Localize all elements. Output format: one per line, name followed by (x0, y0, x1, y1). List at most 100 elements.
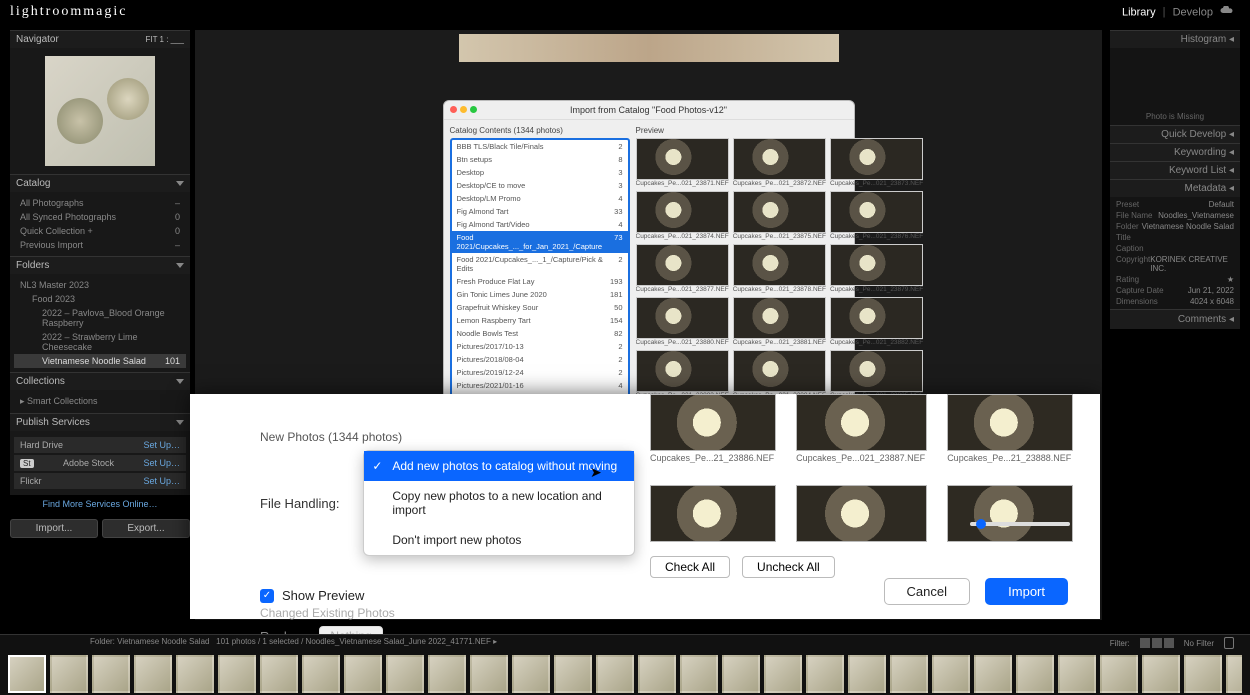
right-panel-metadata[interactable]: Metadata ◂ (1110, 179, 1240, 197)
filter-preset[interactable]: No Filter (1184, 639, 1214, 648)
comments-panel-header[interactable]: Comments ◂ (1110, 309, 1240, 329)
filmstrip-thumb[interactable] (470, 655, 508, 693)
catalog-content-folder[interactable]: Btn setups8 (452, 153, 628, 166)
catalog-content-folder[interactable]: Fig Almond Tart33 (452, 205, 628, 218)
catalog-content-folder[interactable]: Fig Almond Tart/Video4 (452, 218, 628, 231)
preview-thumbnail[interactable]: Cupcakes_Pe...021_23873.NEF (830, 138, 923, 187)
cloud-sync-icon[interactable] (1220, 6, 1234, 19)
filmstrip-thumb[interactable] (92, 655, 130, 693)
preview-thumbnail[interactable]: Cupcakes_Pe...021_23884.NEF (733, 350, 826, 399)
thumbnail-size-slider[interactable] (970, 522, 1070, 526)
smart-collections-row[interactable]: ▸ Smart Collections (14, 394, 186, 409)
flag-unflagged-icon[interactable] (1164, 638, 1174, 648)
preview-thumbnail[interactable]: Cupcakes_Pe...021_23875.NEF (733, 191, 826, 240)
tab-library[interactable]: Library (1122, 6, 1156, 18)
filmstrip-thumb[interactable] (974, 655, 1012, 693)
preview-thumbnail-large[interactable]: Cupcakes_Pe...21_23886.NEF (650, 394, 774, 463)
filmstrip-thumb[interactable] (260, 655, 298, 693)
folder-row[interactable]: Vietnamese Noodle Salad101 (14, 354, 186, 368)
catalog-content-folder[interactable]: Grapefruit Whiskey Sour50 (452, 301, 628, 314)
preview-thumbnail[interactable]: Cupcakes_Pe...021_23874.NEF (636, 191, 729, 240)
filmstrip-thumb[interactable] (1142, 655, 1180, 693)
preview-thumbnail[interactable]: Cupcakes_Pe...021_23871.NEF (636, 138, 729, 187)
filmstrip-thumb[interactable] (386, 655, 424, 693)
folders-panel-header[interactable]: Folders (10, 256, 190, 274)
filmstrip-thumb[interactable] (806, 655, 844, 693)
preview-thumbnail[interactable]: Cupcakes_Pe...021_23882.NEF (830, 297, 923, 346)
filmstrip-thumb[interactable] (1184, 655, 1222, 693)
catalog-content-folder[interactable]: Food 2021/Cupcakes_..._1_/Capture/Pick &… (452, 253, 628, 275)
catalog-content-folder[interactable]: Pictures/2021/01-164 (452, 379, 628, 392)
preview-thumbnail[interactable]: Cupcakes_Pe...021_23878.NEF (733, 244, 826, 293)
filter-lock-icon[interactable] (1224, 637, 1234, 649)
uncheck-all-button[interactable]: Uncheck All (742, 556, 835, 578)
filmstrip-thumb[interactable] (932, 655, 970, 693)
folder-row[interactable]: Food 2023 (14, 292, 186, 306)
preview-thumbnail-large[interactable]: Cupcakes_Pe...21_23888.NEF (947, 394, 1071, 463)
filmstrip-thumb[interactable] (134, 655, 172, 693)
catalog-row[interactable]: All Synced Photographs0 (14, 210, 186, 224)
tab-develop[interactable]: Develop (1173, 6, 1213, 18)
preview-thumbnail[interactable]: Cupcakes_Pe...021_23872.NEF (733, 138, 826, 187)
catalog-content-folder[interactable]: Pictures/2019/12-242 (452, 366, 628, 379)
navigator-panel-header[interactable]: NavigatorFIT 1 : ___ (10, 30, 190, 48)
folder-row[interactable]: NL3 Master 2023 (14, 278, 186, 292)
right-panel-keywording[interactable]: Keywording ◂ (1110, 143, 1240, 161)
publish-panel-header[interactable]: Publish Services (10, 413, 190, 431)
filmstrip-thumb[interactable] (8, 655, 46, 693)
import-confirm-button[interactable]: Import (985, 578, 1068, 605)
catalog-row[interactable]: All Photographs– (14, 196, 186, 210)
filmstrip-thumb[interactable] (596, 655, 634, 693)
catalog-content-folder[interactable]: Gin Tonic Limes June 2020181 (452, 288, 628, 301)
catalog-content-folder[interactable]: BBB TLS/Black Tile/Finals2 (452, 140, 628, 153)
catalog-content-folder[interactable]: Food 2021/Cupcakes_..._for_Jan_2021_/Cap… (452, 231, 628, 253)
filmstrip-thumb[interactable] (554, 655, 592, 693)
publish-service-row[interactable]: Hard DriveSet Up… (14, 437, 186, 453)
file-handling-option[interactable]: Don't import new photos (364, 525, 634, 555)
preview-thumbnail[interactable]: Cupcakes_Pe...021_23877.NEF (636, 244, 729, 293)
folder-row[interactable]: 2022 – Strawberry Lime Cheesecake (14, 330, 186, 354)
window-controls[interactable] (450, 106, 477, 113)
preview-thumbnail[interactable]: Cupcakes_Pe...021_23876.NEF (830, 191, 923, 240)
right-panel-keyword-list[interactable]: Keyword List ◂ (1110, 161, 1240, 179)
filmstrip-thumb[interactable] (344, 655, 382, 693)
preview-thumbnail[interactable]: Cupcakes_Pe...021_23879.NEF (830, 244, 923, 293)
filmstrip-thumb[interactable] (638, 655, 676, 693)
filmstrip-thumb[interactable] (302, 655, 340, 693)
preview-thumbnail-large[interactable] (947, 485, 1071, 542)
flag-rejected-icon[interactable] (1152, 638, 1162, 648)
filmstrip-thumb[interactable] (764, 655, 802, 693)
catalog-row[interactable]: Previous Import– (14, 238, 186, 252)
preview-thumbnail[interactable]: Cupcakes_Pe...021_23885.NEF (830, 350, 923, 399)
find-more-link[interactable]: Find More Services Online… (10, 495, 190, 513)
filmstrip-thumb[interactable] (680, 655, 718, 693)
catalog-panel-header[interactable]: Catalog (10, 174, 190, 192)
filmstrip-thumb[interactable] (50, 655, 88, 693)
catalog-content-folder[interactable]: Lemon Raspberry Tart154 (452, 314, 628, 327)
filmstrip-thumb[interactable] (512, 655, 550, 693)
flag-picked-icon[interactable] (1140, 638, 1150, 648)
catalog-content-folder[interactable]: Desktop3 (452, 166, 628, 179)
catalog-content-folder[interactable]: Pictures/2018/08-042 (452, 353, 628, 366)
filmstrip-thumb[interactable] (218, 655, 256, 693)
publish-service-row[interactable]: FlickrSet Up… (14, 473, 186, 489)
preview-thumbnail[interactable]: Cupcakes_Pe...021_23880.NEF (636, 297, 729, 346)
filmstrip-thumb[interactable] (1100, 655, 1138, 693)
catalog-content-folder[interactable]: Fresh Produce Flat Lay193 (452, 275, 628, 288)
import-button[interactable]: Import... (10, 519, 98, 538)
check-all-button[interactable]: Check All (650, 556, 730, 578)
preview-thumbnail-large[interactable] (650, 485, 774, 542)
filmstrip-thumb[interactable] (848, 655, 886, 693)
filmstrip-thumb[interactable] (1016, 655, 1054, 693)
navigator-preview[interactable] (45, 56, 155, 166)
filmstrip-thumb[interactable] (1058, 655, 1096, 693)
preview-thumbnail-large[interactable] (796, 485, 925, 542)
filmstrip-thumb[interactable] (176, 655, 214, 693)
preview-thumbnail[interactable]: Cupcakes_Pe...021_23881.NEF (733, 297, 826, 346)
filmstrip-thumb[interactable] (722, 655, 760, 693)
preview-thumbnail[interactable]: Cupcakes_Pe...021_23883.NEF (636, 350, 729, 399)
collections-panel-header[interactable]: Collections (10, 372, 190, 390)
right-panel-quick-develop[interactable]: Quick Develop ◂ (1110, 125, 1240, 143)
file-handling-option[interactable]: Copy new photos to a new location and im… (364, 481, 634, 525)
publish-service-row[interactable]: St Adobe StockSet Up… (14, 455, 186, 471)
